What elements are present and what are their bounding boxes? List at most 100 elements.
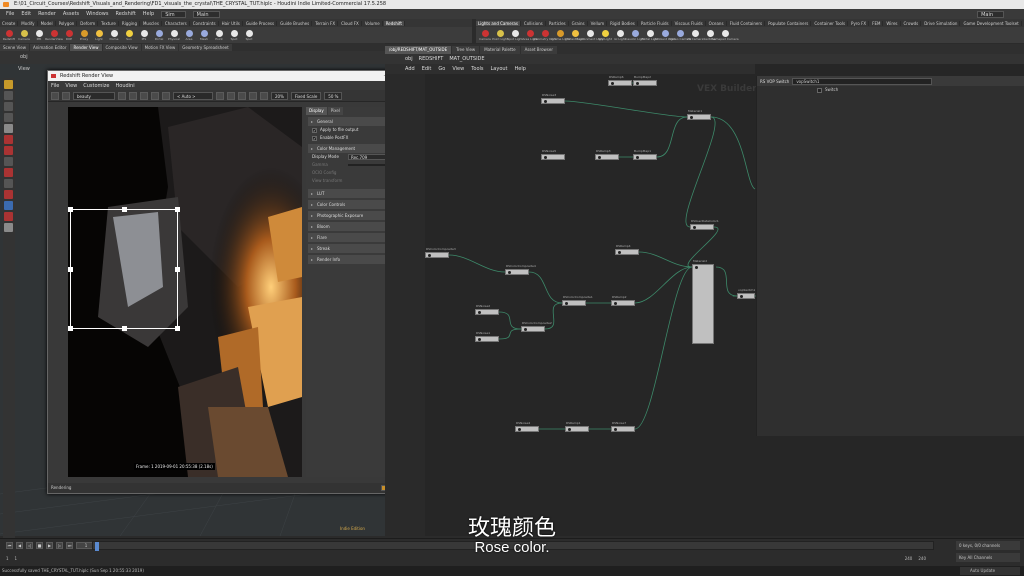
ng-menu-help[interactable]: Help (515, 66, 526, 72)
shelf-tab[interactable]: Crowds (902, 20, 922, 26)
shelf-tool-button[interactable]: Camera (18, 29, 30, 41)
region-handle[interactable] (175, 267, 180, 272)
shelf-tab[interactable]: Particles (547, 20, 569, 26)
snapshot-button[interactable] (118, 91, 126, 100)
shelf-tool-button[interactable]: Gamepad Camera (711, 29, 739, 41)
menu-windows[interactable]: Windows (86, 11, 108, 17)
shelf-tab[interactable]: Grains (570, 20, 588, 26)
shelf-tab[interactable]: Pyro FX (849, 20, 870, 26)
history-button[interactable] (249, 91, 257, 100)
auto-update-button[interactable]: Auto Update (960, 567, 1020, 575)
shelf-tab[interactable]: Muscles (141, 20, 162, 26)
ng-menu-edit[interactable]: Edit (422, 66, 432, 72)
shelf-tool-button[interactable]: Proxy (78, 29, 90, 41)
rotate-tool-icon[interactable] (4, 102, 13, 111)
shelf-tab[interactable]: Fluid Containers (728, 20, 766, 26)
network-node[interactable]: RSColorComposite4 (505, 264, 536, 275)
scale-tool-icon[interactable] (4, 113, 13, 122)
path-obj[interactable]: obj (405, 56, 413, 62)
shelf-tab[interactable]: Populate Containers (766, 20, 812, 26)
exposure-button[interactable] (238, 91, 246, 100)
magnet-tool-icon[interactable] (4, 168, 13, 177)
snap-tool-icon[interactable] (4, 157, 13, 166)
shelf-tool-button[interactable]: Sun (123, 29, 135, 41)
rv-menu-customize[interactable]: Customize (83, 83, 109, 89)
menu-file[interactable]: File (6, 11, 14, 17)
region-handle[interactable] (68, 267, 73, 272)
handle-tool-icon[interactable] (4, 124, 13, 133)
shelf-tab[interactable]: Container Tools (812, 20, 849, 26)
network-node[interactable]: RSRamp6 (608, 75, 632, 86)
tab-pixel[interactable]: Pixel (327, 107, 344, 115)
shelf-tool-button[interactable]: Point Light (492, 29, 508, 41)
tab-display[interactable]: Display (306, 107, 327, 115)
pose-tool-icon[interactable] (4, 135, 13, 144)
shelf-tab[interactable]: Rigid Bodies (608, 20, 638, 26)
shelf-tab[interactable]: Lights and Cameras (476, 20, 521, 26)
rv-menu-houdini[interactable]: Houdini (116, 83, 135, 89)
shelf-tool-button[interactable]: Area (183, 29, 195, 41)
menu-assets[interactable]: Assets (63, 11, 79, 17)
aov-select[interactable]: beauty (73, 91, 115, 100)
left-pane-tab[interactable]: Scene View (0, 44, 29, 51)
shelf-tab[interactable]: Model (39, 20, 56, 26)
shelf-tab[interactable]: Particle Fluids (639, 20, 672, 26)
fixed-scale-select[interactable]: Fixed Scale (290, 91, 322, 100)
rs-node-name-field[interactable]: vopSwitch1 (792, 77, 933, 85)
lock-tool-icon[interactable] (4, 190, 13, 199)
shelf-tab[interactable]: Volume (363, 20, 383, 26)
save-button[interactable] (260, 91, 268, 100)
network-node[interactable]: vopSwitch1 (737, 288, 755, 299)
shelf-tool-button[interactable]: VR Camera (687, 29, 703, 41)
shelf-tool-button[interactable]: Environment Light (576, 29, 604, 41)
region-handle[interactable] (68, 326, 73, 331)
shelf-tab[interactable]: Characters (163, 20, 190, 26)
path-mat-outside[interactable]: MAT_OUTSIDE (449, 56, 484, 62)
lock-button[interactable] (162, 91, 170, 100)
compare-button[interactable] (129, 91, 137, 100)
move-tool-icon[interactable] (4, 91, 13, 100)
display-tool-icon[interactable] (4, 179, 13, 188)
shelf-tool-button[interactable]: Geometry Light (533, 29, 557, 41)
range-end-field[interactable]: 240 (905, 556, 913, 561)
checkbox-checked-icon[interactable]: ✓ (312, 135, 317, 141)
shelf-tab[interactable]: Rigging (120, 20, 140, 26)
render-region-box[interactable] (68, 207, 180, 331)
render-button[interactable] (51, 91, 59, 100)
range-start-field-2[interactable]: 1 (15, 556, 18, 561)
shelf-tab[interactable]: Oceans (707, 20, 727, 26)
region-handle[interactable] (68, 207, 73, 212)
select-tool-icon[interactable] (4, 80, 13, 89)
shelf-tool-button[interactable]: Light (93, 29, 105, 41)
checkbox-checked-icon[interactable]: ✓ (312, 127, 317, 133)
shelf-tool-button[interactable]: Point (213, 29, 225, 41)
shelf-tab[interactable]: Deform (78, 20, 99, 26)
shelf-tool-button[interactable]: Spot (243, 29, 255, 41)
shelf-tab[interactable]: Guide Brushes (278, 20, 313, 26)
shelf-tab[interactable]: Wires (884, 20, 901, 26)
rv-menu-view[interactable]: View (65, 83, 77, 89)
right-desktop-dropdown[interactable]: Main (977, 10, 1004, 18)
bucket-button[interactable] (140, 91, 148, 100)
network-node[interactable]: RSRamp1 (565, 421, 589, 432)
shelf-tool-button[interactable]: IES (138, 29, 150, 41)
shelf-tool-button[interactable]: GI Light (614, 29, 626, 41)
shelf-tab[interactable]: Polygon (57, 20, 78, 26)
network-node[interactable]: Material1 (687, 109, 711, 120)
network-node[interactable]: RSColorComposite3 (425, 247, 456, 258)
network-node[interactable]: RSRamp4 (615, 244, 639, 255)
zoom-field[interactable]: 20% (271, 91, 288, 100)
view-tool-icon[interactable] (4, 146, 13, 155)
shelf-tool-button[interactable]: Volume Light (550, 29, 570, 41)
shelf-tab[interactable]: Create (0, 20, 19, 26)
scale-field[interactable]: 50 % (324, 91, 343, 100)
menu-help[interactable]: Help (143, 11, 154, 17)
network-node[interactable]: RSUserDataColor1 (690, 219, 719, 230)
light-tool-icon[interactable] (4, 212, 13, 221)
render-image[interactable]: Frame: 1 2019-09-01 20:55:38 (2.18s) (68, 107, 302, 477)
region-handle[interactable] (122, 326, 127, 331)
network-tab[interactable]: Asset Browser (520, 46, 557, 54)
shelf-tool-button[interactable]: Sky Light (598, 29, 612, 41)
shelf-tool-button[interactable]: Stereo Camera (669, 29, 691, 41)
region-button[interactable] (151, 91, 159, 100)
